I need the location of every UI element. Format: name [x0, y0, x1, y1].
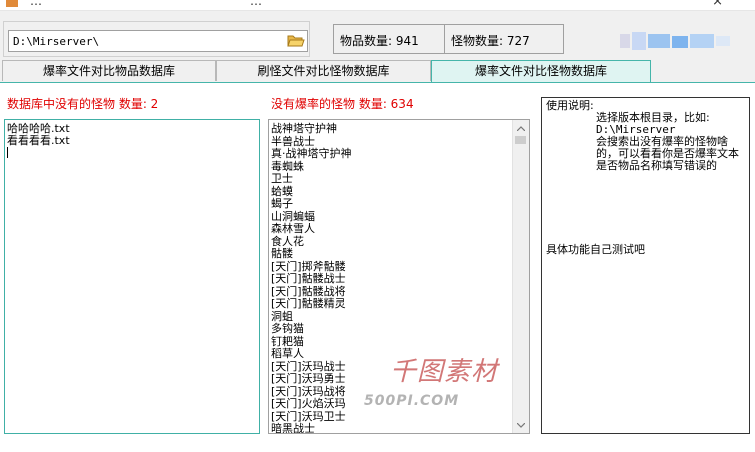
list-item[interactable]: 多钩猫 — [271, 322, 513, 336]
list-item[interactable]: [天门]骷髅精灵 — [271, 297, 513, 311]
no-drop-monsters-items: 战神塔守护神 半兽战士 真·战神塔守护神 毒蜘蛛 卫士 蛤蟆 蝎子 山洞蝙蝠 森林雪人 食人花 骷髅… — [271, 122, 513, 433]
count-divider — [444, 25, 445, 53]
scroll-thumb[interactable] — [515, 136, 526, 144]
list-item[interactable]: 蝎子 — [271, 197, 513, 211]
path-group — [3, 21, 310, 57]
list-item[interactable]: 战神塔守护神 — [271, 122, 513, 136]
blurred-logo — [620, 32, 730, 50]
list-item[interactable]: 真·战神塔守护神 — [271, 147, 513, 161]
item-count: 物品数量: 941 — [340, 34, 419, 48]
help-line: 会搜索出没有爆率的怪物啥的，可以看看你是否爆率文本是否物品名称填写错误的 — [596, 135, 739, 172]
list-item[interactable]: 骷髅 — [271, 247, 513, 261]
list-item[interactable]: 暗黑战士 — [271, 422, 513, 433]
list-item[interactable]: 洞蛆 — [271, 310, 513, 324]
help-line: 具体功能自己测试吧 — [546, 243, 645, 256]
tab-content: 数据库中没有的怪物 数量: 2 哈哈哈哈.txt 看看看看.txt 没有爆率的怪… — [0, 82, 755, 452]
list-item[interactable]: 蛤蟆 — [271, 185, 513, 199]
folder-open-icon — [287, 35, 305, 47]
list-item[interactable]: 钉耙猫 — [271, 335, 513, 349]
browse-folder-button[interactable] — [286, 31, 306, 50]
list-item[interactable]: 看看看看.txt — [7, 135, 257, 147]
list-item[interactable]: [天门]沃玛勇士 — [271, 372, 513, 386]
title-bar: … … × — [0, 0, 755, 11]
app-icon — [6, 0, 18, 7]
chevron-down-icon — [517, 422, 525, 428]
list-item[interactable]: 卫士 — [271, 172, 513, 186]
list-item[interactable]: 毒蜘蛛 — [271, 160, 513, 174]
count-status-box: 物品数量: 941 怪物数量: 727 — [333, 24, 564, 54]
text-cursor — [7, 147, 8, 158]
scroll-up-button[interactable] — [514, 121, 528, 135]
window-title-left: … — [30, 0, 42, 8]
missing-monsters-list[interactable]: 哈哈哈哈.txt 看看看看.txt — [4, 119, 260, 434]
list-item[interactable]: 食人花 — [271, 235, 513, 249]
usage-instructions[interactable]: 使用说明: 选择版本根目录，比如: D:\Mirserver 会搜索出没有爆率的… — [541, 97, 750, 434]
list-item[interactable]: 森林雪人 — [271, 222, 513, 236]
vertical-scrollbar[interactable] — [512, 120, 529, 433]
list-item[interactable]: [天门]火焰沃玛 — [271, 397, 513, 411]
tab-drop-vs-items[interactable]: 爆率文件对比物品数据库 — [2, 60, 216, 81]
tab-spawn-vs-monsters[interactable]: 刷怪文件对比怪物数据库 — [216, 60, 431, 81]
toolbar: 物品数量: 941 怪物数量: 727 — [0, 21, 755, 59]
no-drop-monsters-list[interactable]: 战神塔守护神 半兽战士 真·战神塔守护神 毒蜘蛛 卫士 蛤蟆 蝎子 山洞蝙蝠 森林雪人 食人花 骷髅… — [268, 119, 530, 434]
list-item[interactable]: 稻草人 — [271, 347, 513, 361]
path-input[interactable] — [8, 30, 308, 52]
chevron-up-icon — [517, 125, 525, 131]
close-button[interactable]: × — [712, 0, 723, 9]
scroll-down-button[interactable] — [514, 418, 528, 432]
window-title: … — [250, 0, 262, 8]
missing-monsters-label: 数据库中没有的怪物 数量: 2 — [7, 97, 159, 111]
monster-count: 怪物数量: 727 — [451, 34, 530, 48]
list-item[interactable]: [天门]骷髅战士 — [271, 272, 513, 286]
tab-drop-vs-monsters[interactable]: 爆率文件对比怪物数据库 — [431, 60, 651, 82]
no-drop-monsters-label: 没有爆率的怪物 数量: 634 — [271, 97, 414, 111]
tab-strip: 爆率文件对比物品数据库 刷怪文件对比怪物数据库 爆率文件对比怪物数据库 — [0, 60, 755, 82]
